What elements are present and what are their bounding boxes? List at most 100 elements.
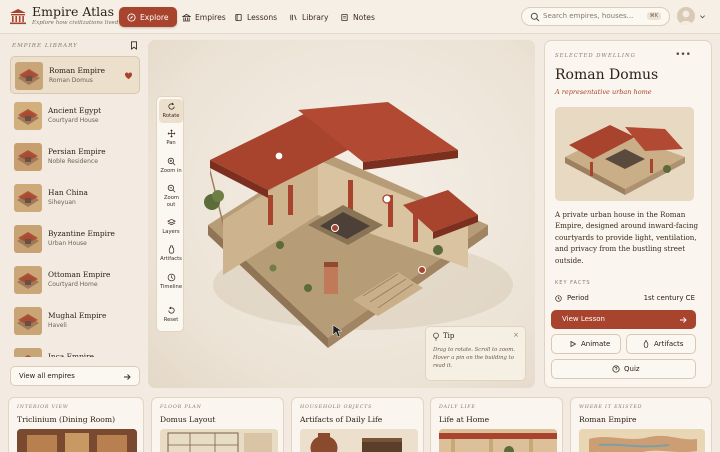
close-icon[interactable]: × [513,331,519,339]
play-icon [570,340,577,348]
empire-name: Roman Empire [49,66,105,75]
view-lesson-button[interactable]: View Lesson [551,310,696,329]
animate-button[interactable]: Animate [551,334,621,354]
arrow-right-icon [124,374,131,380]
tool-layers[interactable]: Layers [159,218,183,235]
vase-icon [168,245,174,254]
card-floor-plan[interactable]: FLOOR PLAN Domus Layout [151,397,284,452]
vase-icon [643,340,649,348]
nav-notes[interactable]: Notes [332,7,383,27]
tool-rotate[interactable]: Rotate [159,99,183,123]
reset-icon [167,306,175,314]
empire-house: Courtyard House [48,117,99,124]
card-where-it-existed[interactable]: WHERE IT EXISTED Roman Empire [570,397,712,452]
library-icon [290,14,297,20]
app-subtitle: Explore how civilizations lived [32,20,119,26]
empire-name: Mughal Empire [48,311,107,320]
zoom-in-icon [167,157,175,166]
sidebar-item-persian-empire[interactable]: Persian Empire Noble Residence [10,138,140,176]
nav-explore[interactable]: Explore [119,7,177,27]
heart-icon[interactable] [124,71,133,80]
tool-pan[interactable]: Pan [159,129,183,146]
card-label: HOUSEHOLD OBJECTS [300,405,373,410]
empire-name: Han China [48,188,88,197]
empire-thumbnail [14,102,42,130]
card-title: Domus Layout [160,415,216,424]
animate-label: Animate [581,340,611,348]
quiz-button[interactable]: Quiz [551,359,696,379]
chevron-down-icon[interactable] [699,13,706,20]
empire-name: Inca Empire [48,352,94,357]
daily-life-image [439,429,557,452]
sidebar-heading: EMPIRE LIBRARY [12,43,78,49]
nav-library[interactable]: Library [281,7,337,27]
tool-rotate-label: Rotate [162,113,180,119]
tool-zoom-out-label: Zoom out [164,195,179,208]
nav-lessons-label: Lessons [247,12,278,22]
nav-empires[interactable]: Empires [174,7,234,27]
card-title: Triclinium (Dining Room) [17,415,116,424]
nav-lessons[interactable]: Lessons [226,7,285,27]
tool-artifacts-label: Artifacts [160,256,182,262]
sidebar-item-han-china[interactable]: Han China Siheyuan [10,179,140,217]
view-all-empires-button[interactable]: View all empires [10,366,140,386]
card-interior-view[interactable]: INTERIOR VIEW Triclinium (Dining Room) [8,397,144,452]
user-avatar-icon [679,10,693,25]
empire-house: Noble Residence [48,158,98,165]
sidebar-item-ottoman-empire[interactable]: Ottoman Empire Courtyard Home [10,261,140,299]
avatar[interactable] [677,7,695,25]
clock-icon [167,273,175,282]
sidebar-item-ancient-egypt[interactable]: Ancient Egypt Courtyard House [10,97,140,135]
tool-artifacts[interactable]: Artifacts [159,245,183,262]
card-label: FLOOR PLAN [160,405,202,410]
artifacts-image [300,429,418,452]
tip-text: Drag to rotate. Scroll to zoom. Hover a … [433,347,515,369]
nav-notes-label: Notes [353,12,375,22]
empire-name: Byzantine Empire [48,229,115,238]
zoom-out-icon [167,184,175,193]
card-household-objects[interactable]: HOUSEHOLD OBJECTS Artifacts of Daily Lif… [291,397,424,452]
clock-icon [555,295,562,302]
sidebar-item-byzantine-empire[interactable]: Byzantine Empire Urban House [10,220,140,258]
tool-zoom-out[interactable]: Zoom out [159,184,183,208]
notes-icon [341,13,348,21]
tool-zoom-in[interactable]: Zoom in [159,157,183,174]
card-daily-life[interactable]: DAILY LIFE Life at Home [430,397,563,452]
triclinium-image [17,429,137,452]
empire-name: Persian Empire [48,147,106,156]
empire-thumbnail [14,348,42,357]
empire-house: Siheyuan [48,199,76,206]
card-label: WHERE IT EXISTED [579,405,643,410]
tool-timeline-label: Timeline [159,284,183,290]
sidebar-item-inca-empire[interactable]: Inca Empire [10,343,140,357]
view-lesson-label: View Lesson [562,315,605,323]
sidebar-item-roman-empire[interactable]: Roman Empire Roman Domus [10,56,140,94]
fact-period-key: Period [567,294,589,302]
sidebar-item-mughal-empire[interactable]: Mughal Empire Haveli [10,302,140,340]
tool-reset[interactable]: Reset [159,306,183,323]
card-title: Artifacts of Daily Life [300,415,383,424]
nav-empires-label: Empires [195,12,226,22]
tool-timeline[interactable]: Timeline [159,273,183,290]
help-circle-icon [612,365,620,373]
detail-description: A private urban house in the Roman Empir… [555,210,699,265]
app-title: Empire Atlas [32,4,115,19]
lightbulb-icon [433,332,439,341]
domus-cutaway-image [555,107,694,201]
artifacts-button[interactable]: Artifacts [626,334,696,354]
pan-icon [167,129,175,138]
card-title: Life at Home [439,415,490,424]
nav-library-label: Library [302,12,329,22]
bookmark-icon[interactable] [130,41,138,50]
more-options-icon[interactable]: ••• [675,50,691,60]
detail-title: Roman Domus [555,67,659,83]
empire-thumbnail [14,225,42,253]
floor-plan-image [160,429,278,452]
tool-pan-label: Pan [166,140,176,146]
rotate-icon [167,102,175,110]
search-box[interactable]: Search empires, houses... ⌘K [521,7,670,26]
empire-thumbnail [14,266,42,294]
search-icon [530,12,540,22]
compass-icon [127,12,136,22]
card-label: DAILY LIFE [439,405,476,410]
